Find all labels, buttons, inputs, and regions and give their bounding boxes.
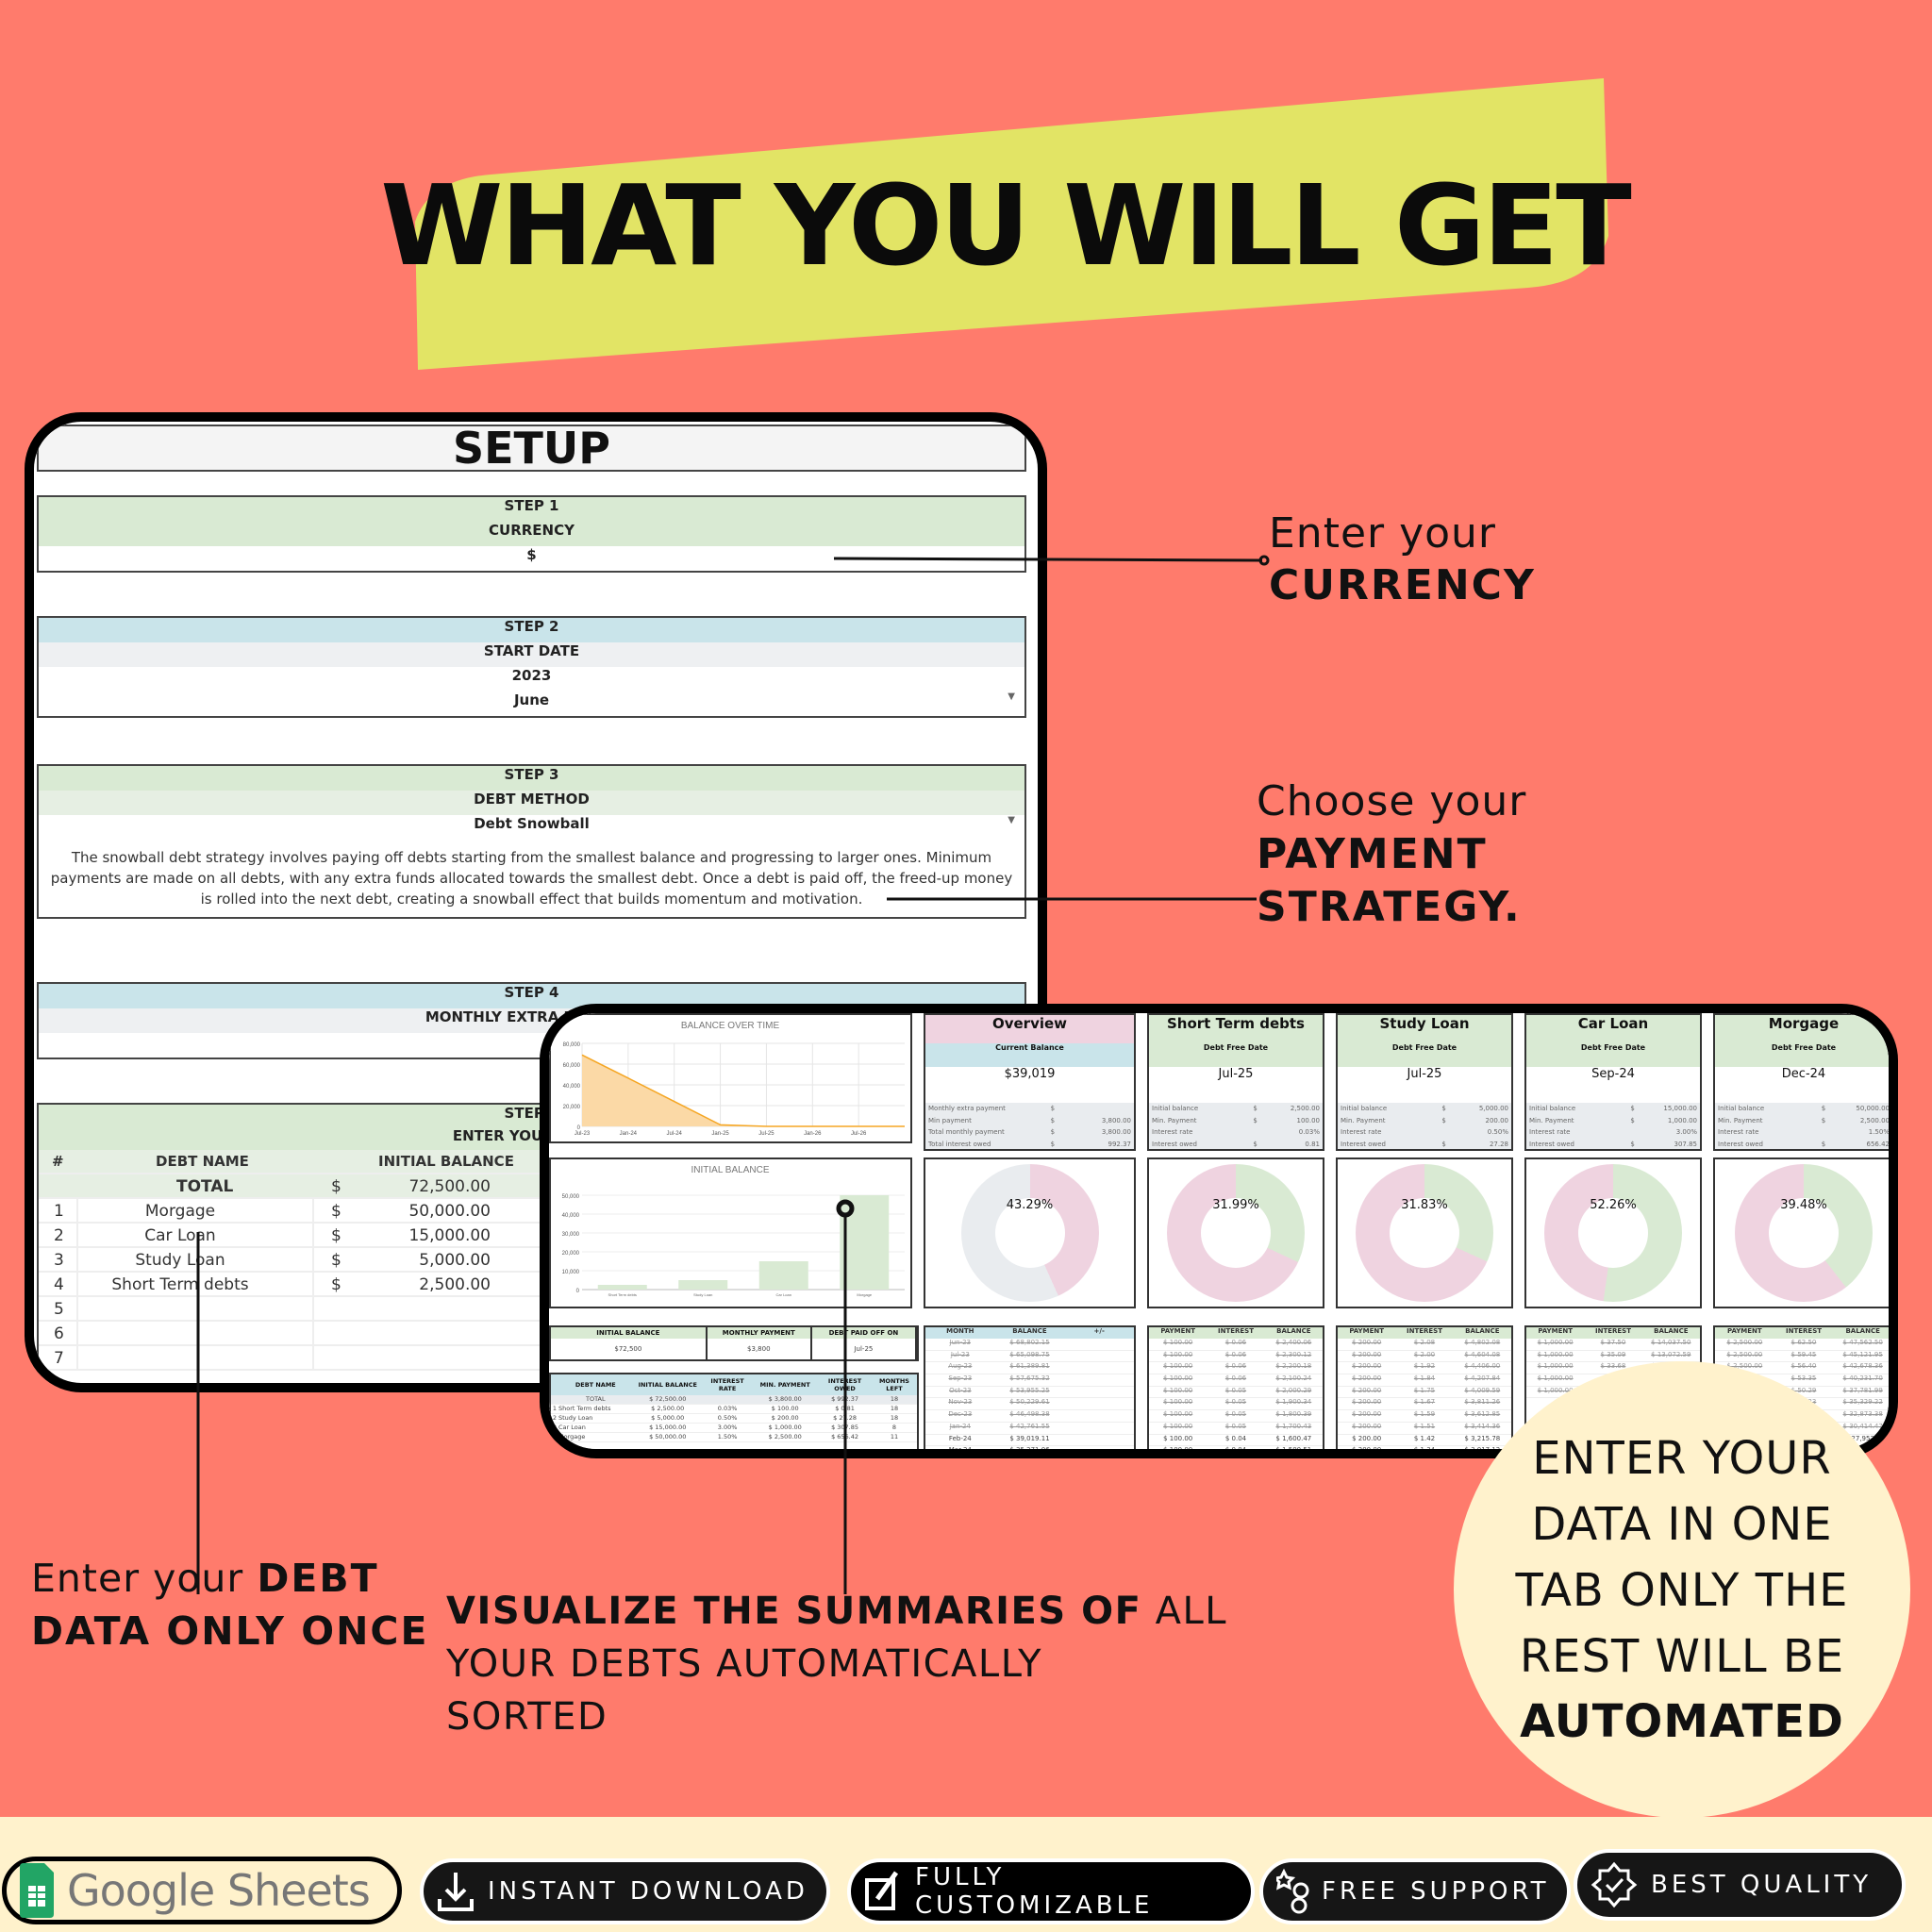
visualize-annotation: VISUALIZE THE SUMMARIES OF ALL YOUR DEBT… [446, 1585, 1227, 1743]
edit-icon [865, 1871, 899, 1910]
badge-instant-download: INSTANT DOWNLOAD [420, 1858, 830, 1924]
badge-free-support: FREE SUPPORT [1259, 1858, 1571, 1924]
download-icon [438, 1873, 474, 1911]
callout-bold: AUTOMATED [1520, 1695, 1844, 1748]
callout-line: DATA IN ONE [1531, 1498, 1833, 1551]
annotation-text: Choose your [1257, 777, 1527, 825]
automation-callout: ENTER YOUR DATA IN ONE TAB ONLY THE REST… [1454, 1361, 1910, 1818]
support-icon [1276, 1868, 1309, 1914]
annotation-text: YOUR DEBTS AUTOMATICALLY [446, 1642, 1043, 1686]
annotation-text: Enter your [1269, 509, 1497, 558]
annotation-bold: VISUALIZE THE SUMMARIES OF [446, 1590, 1142, 1633]
callout-line: REST WILL BE [1519, 1630, 1845, 1683]
annotation-bold: DEBT [257, 1556, 379, 1601]
callout-line: TAB ONLY THE [1515, 1564, 1849, 1617]
badge-label: FREE SUPPORT [1322, 1877, 1550, 1906]
callout-line: ENTER YOUR [1532, 1432, 1832, 1485]
badge-google-sheets: Google Sheets [2, 1857, 402, 1924]
currency-annotation: Enter your CURRENCY [1269, 509, 1536, 609]
badge-label: FULLY CUSTOMIZABLE [915, 1863, 1154, 1920]
annotation-bold: PAYMENT [1257, 830, 1488, 878]
badge-fully-customizable: FULLY CUSTOMIZABLE [847, 1858, 1255, 1924]
google-sheets-icon [20, 1863, 54, 1918]
strategy-annotation: Choose your PAYMENT STRATEGY. [1257, 775, 1526, 934]
debt-annotation: Enter your DEBT DATA ONLY ONCE [31, 1552, 429, 1657]
annotation-text: ALL [1141, 1590, 1228, 1633]
badge-label: Google Sheets [67, 1865, 371, 1916]
annotation-text: SORTED [446, 1695, 608, 1739]
badge-best-quality: BEST QUALITY [1574, 1849, 1906, 1921]
badge-label: BEST QUALITY [1651, 1871, 1873, 1899]
quality-badge-icon [1591, 1861, 1638, 1908]
annotation-bold: STRATEGY. [1257, 883, 1522, 931]
annotation-bold: CURRENCY [1269, 561, 1536, 609]
badge-label: INSTANT DOWNLOAD [488, 1877, 808, 1906]
annotation-text: Enter your [31, 1556, 258, 1601]
annotation-bold: DATA ONLY ONCE [31, 1608, 429, 1654]
